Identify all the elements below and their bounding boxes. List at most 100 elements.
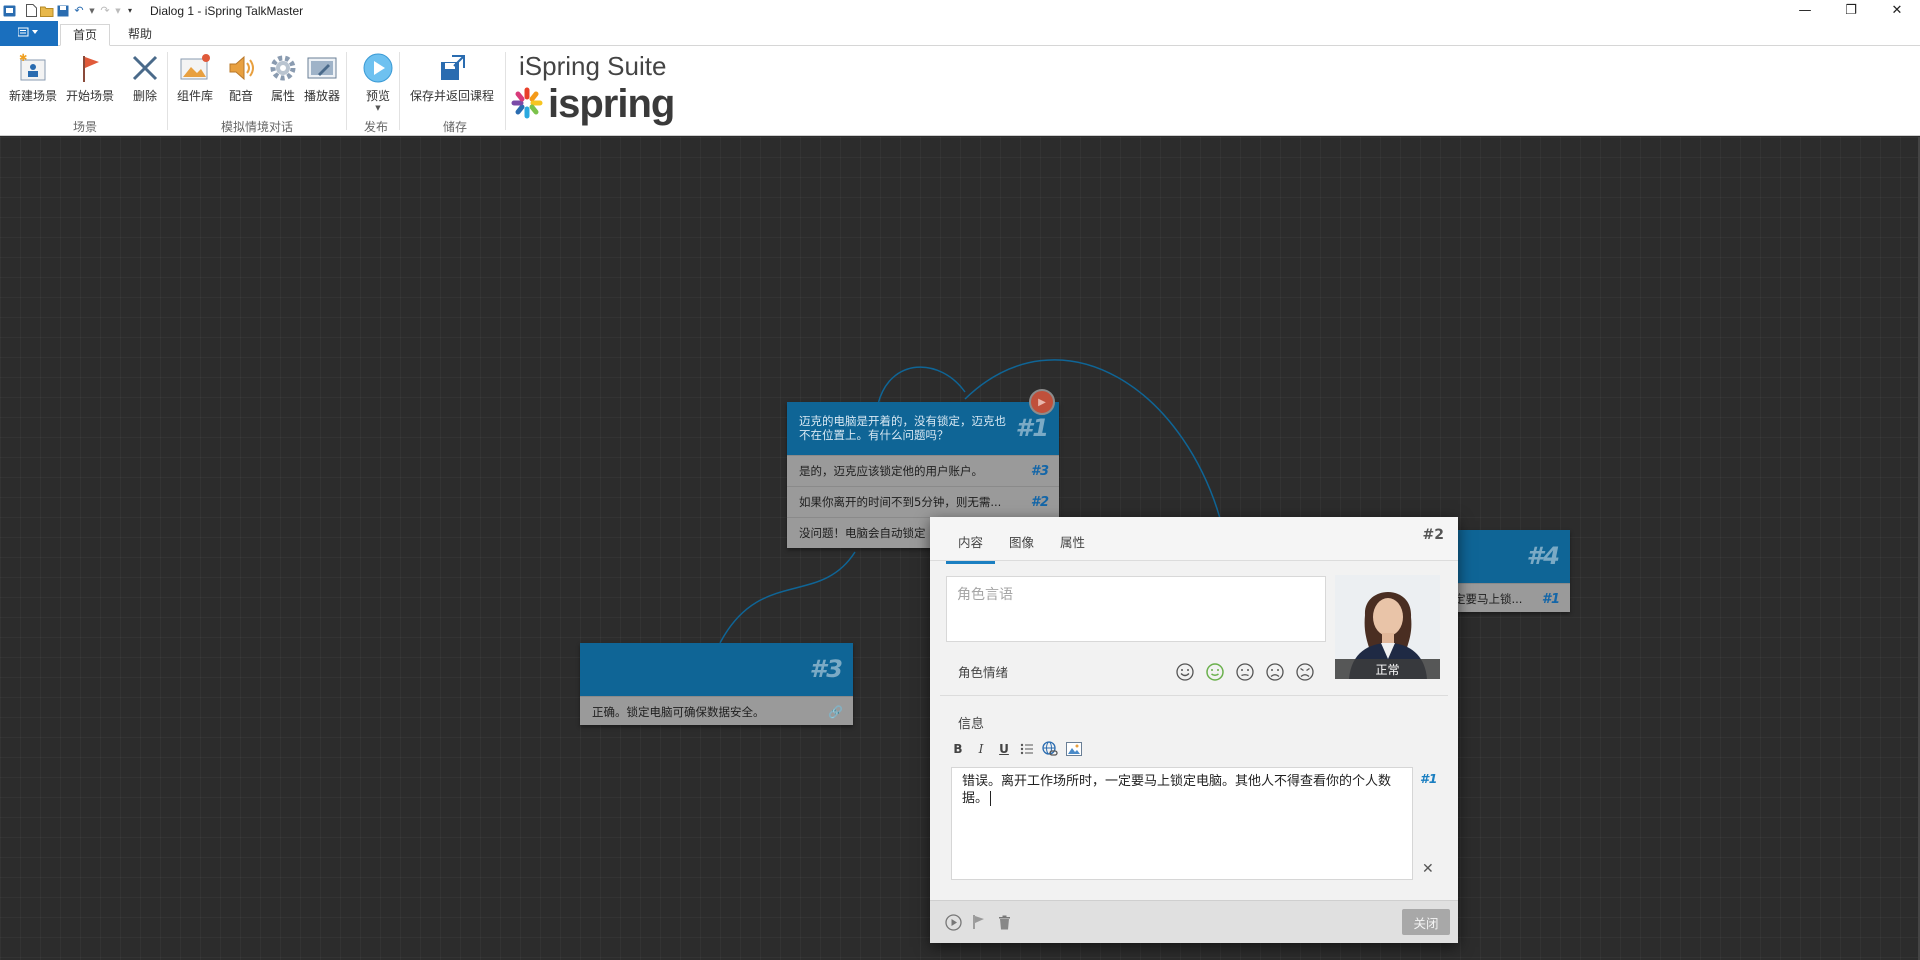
undo-dropdown-icon[interactable]: ▼ [88, 4, 96, 18]
group-label-save: 储存 [443, 120, 468, 134]
audio-label: 配音 [228, 89, 253, 103]
player-icon [306, 52, 338, 84]
file-menu-button[interactable] [0, 21, 58, 46]
properties-label: 属性 [270, 89, 295, 103]
flag-icon[interactable] [970, 913, 988, 931]
preview-button[interactable]: 预览 ▼ [362, 52, 394, 112]
character-avatar[interactable]: 正常 [1335, 575, 1440, 679]
redo-dropdown-icon[interactable]: ▼ [114, 4, 122, 18]
remove-message-icon[interactable]: ✕ [1422, 861, 1434, 877]
scene-node-3[interactable]: #3 正确。锁定电脑可确保数据安全。 🔗 [580, 643, 853, 725]
tab-properties[interactable]: 属性 [1060, 532, 1085, 551]
menu-icon [17, 27, 40, 40]
play-icon[interactable] [944, 913, 962, 931]
new-file-icon[interactable] [24, 4, 38, 18]
open-folder-icon[interactable] [40, 4, 54, 18]
scene-node-number: #3 [809, 655, 843, 683]
audio-button[interactable]: 配音 [225, 52, 257, 104]
message-text: 错误。离开工作场所时，一定要马上锁定电脑。其他人不得查看你的个人数据。 [962, 774, 1392, 806]
emotion-happy-icon[interactable] [1174, 661, 1196, 683]
redo-icon[interactable]: ↷ [98, 4, 112, 18]
suite-title: iSpring Suite [519, 51, 667, 81]
response-link[interactable]: #2 [1031, 495, 1049, 510]
tab-image[interactable]: 图像 [1009, 532, 1034, 551]
bold-icon[interactable]: B [950, 741, 966, 757]
response-row[interactable]: 如果你离开的时间不到5分钟，则无需... #2 [787, 486, 1059, 517]
svg-text:✱: ✱ [19, 53, 27, 64]
scene-node-number: #1 [1015, 414, 1049, 442]
group-separator [346, 52, 347, 130]
ispring-logo-text: ispring [548, 82, 675, 126]
link-icon[interactable]: 🔗 [828, 705, 843, 719]
response-link[interactable]: #1 [1542, 592, 1560, 607]
scene-editor-panel: 内容 图像 属性 #2 角色言语 正常 角色情绪 信息 B I U 错误。离开工… [930, 517, 1458, 943]
panel-divider [940, 695, 1448, 696]
message-link[interactable]: #1 [1420, 771, 1437, 786]
delete-icon [129, 52, 161, 84]
ispring-logo: ispring [510, 82, 675, 127]
response-text: 定要马上锁... [1454, 592, 1523, 606]
save-return-icon [436, 52, 468, 84]
group-label-scene: 场景 [73, 120, 98, 134]
title-bar: ↶ ▼ ↷ ▼ ▾ Dialog 1 - iSpring TalkMaster … [0, 0, 1920, 21]
new-scene-button[interactable]: ✱ 新建场景 [9, 52, 57, 104]
emotion-sad-icon[interactable] [1264, 661, 1286, 683]
emotion-normal-icon[interactable] [1204, 661, 1226, 683]
hyperlink-icon[interactable] [1042, 741, 1058, 757]
restore-button[interactable]: ❐ [1828, 0, 1874, 21]
library-button[interactable]: 组件库 [177, 52, 213, 104]
new-scene-icon: ✱ [17, 52, 49, 84]
start-scene-badge-icon: ▶ [1029, 389, 1055, 415]
quick-access-toolbar: ↶ ▼ ↷ ▼ ▾ [0, 0, 136, 21]
save-return-button[interactable]: 保存并返回课程 [410, 52, 494, 104]
message-input[interactable]: 错误。离开工作场所时，一定要马上锁定电脑。其他人不得查看你的个人数据。 [951, 767, 1413, 880]
tab-home[interactable]: 首页 [60, 24, 111, 46]
response-text: 是的，迈克应该锁定他的用户账户。 [799, 464, 983, 478]
avatar-caption: 正常 [1335, 659, 1440, 679]
chevron-down-icon: ▼ [375, 104, 381, 112]
close-panel-button[interactable]: 关闭 [1402, 909, 1450, 935]
response-row[interactable]: 是的，迈克应该锁定他的用户账户。 #3 [787, 455, 1059, 486]
library-label: 组件库 [177, 89, 214, 103]
properties-button[interactable]: 属性 [267, 52, 299, 104]
ispring-logo-icon [510, 86, 544, 123]
delete-button[interactable]: 删除 [129, 52, 161, 104]
response-text: 如果你离开的时间不到5分钟，则无需... [799, 495, 1002, 509]
group-separator [167, 52, 168, 130]
emotion-angry-icon[interactable] [1294, 661, 1316, 683]
tab-help[interactable]: 帮助 [116, 24, 164, 46]
group-separator [505, 52, 506, 130]
save-icon[interactable] [56, 4, 70, 18]
response-row[interactable]: 定要马上锁... #1 [1440, 583, 1570, 614]
tab-content[interactable]: 内容 [946, 532, 996, 564]
window-controls: — ❐ ✕ [1782, 0, 1920, 21]
response-row[interactable]: 正确。锁定电脑可确保数据安全。 🔗 [580, 696, 853, 727]
player-label: 播放器 [304, 89, 341, 103]
scene-node-header: #3 [580, 643, 853, 696]
character-speech-placeholder: 角色言语 [957, 587, 1013, 603]
player-button[interactable]: 播放器 [304, 52, 340, 104]
customize-toolbar-icon[interactable]: ▾ [124, 4, 136, 18]
trash-icon[interactable] [995, 913, 1013, 931]
scene-node-4[interactable]: #4 定要马上锁... #1 [1440, 530, 1570, 612]
minimize-button[interactable]: — [1782, 0, 1828, 21]
play-icon [362, 52, 394, 84]
gear-icon [267, 52, 299, 84]
new-scene-label: 新建场景 [9, 89, 58, 103]
response-text: 没问题！电脑会自动锁定 [799, 526, 926, 540]
insert-image-icon[interactable] [1066, 741, 1082, 757]
bullet-list-icon[interactable] [1019, 741, 1035, 757]
scene-number: #2 [1422, 527, 1444, 543]
undo-icon[interactable]: ↶ [72, 4, 86, 18]
text-cursor [990, 791, 992, 806]
app-icon [2, 4, 16, 18]
underline-icon[interactable]: U [996, 741, 1012, 757]
italic-icon[interactable]: I [973, 741, 989, 757]
start-scene-label: 开始场景 [66, 89, 115, 103]
close-button[interactable]: ✕ [1874, 0, 1920, 21]
start-scene-button[interactable]: 开始场景 [66, 52, 114, 104]
flag-icon [74, 52, 106, 84]
emotion-neutral-icon[interactable] [1234, 661, 1256, 683]
response-link[interactable]: #3 [1031, 464, 1049, 479]
character-speech-input[interactable]: 角色言语 [946, 576, 1326, 642]
